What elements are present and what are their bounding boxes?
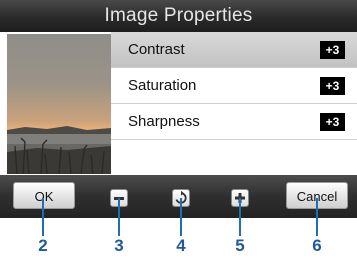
callout-line xyxy=(239,198,241,236)
callout-number: 2 xyxy=(38,236,48,255)
image-preview xyxy=(7,34,111,174)
callout-number: 4 xyxy=(176,236,186,255)
callout-line xyxy=(118,198,120,236)
callout-number: 5 xyxy=(235,236,245,255)
callout-number: 3 xyxy=(114,236,124,255)
property-label: Sharpness xyxy=(128,113,200,130)
ok-button[interactable]: OK xyxy=(13,182,75,209)
property-row-saturation[interactable]: Saturation +3 xyxy=(111,68,357,104)
property-value-badge: +3 xyxy=(320,113,345,131)
property-label: Saturation xyxy=(128,77,197,94)
device-screen: Image Properties Contrast +3 Saturation … xyxy=(0,0,357,218)
property-row-sharpness[interactable]: Sharpness +3 xyxy=(111,104,357,140)
callout-line xyxy=(42,198,44,236)
callout-line xyxy=(316,198,318,236)
property-value-badge: +3 xyxy=(320,77,345,95)
callout-number: 6 xyxy=(312,236,322,255)
property-list: Contrast +3 Saturation +3 Sharpness +3 xyxy=(111,32,357,175)
property-value-badge: +3 xyxy=(320,41,345,59)
property-row-contrast[interactable]: Contrast +3 xyxy=(111,32,357,68)
property-label: Contrast xyxy=(128,41,185,58)
callout-line xyxy=(180,198,182,236)
title-bar: Image Properties xyxy=(0,0,357,32)
page-title: Image Properties xyxy=(104,5,253,26)
bottom-toolbar: OK Cancel xyxy=(0,175,357,218)
